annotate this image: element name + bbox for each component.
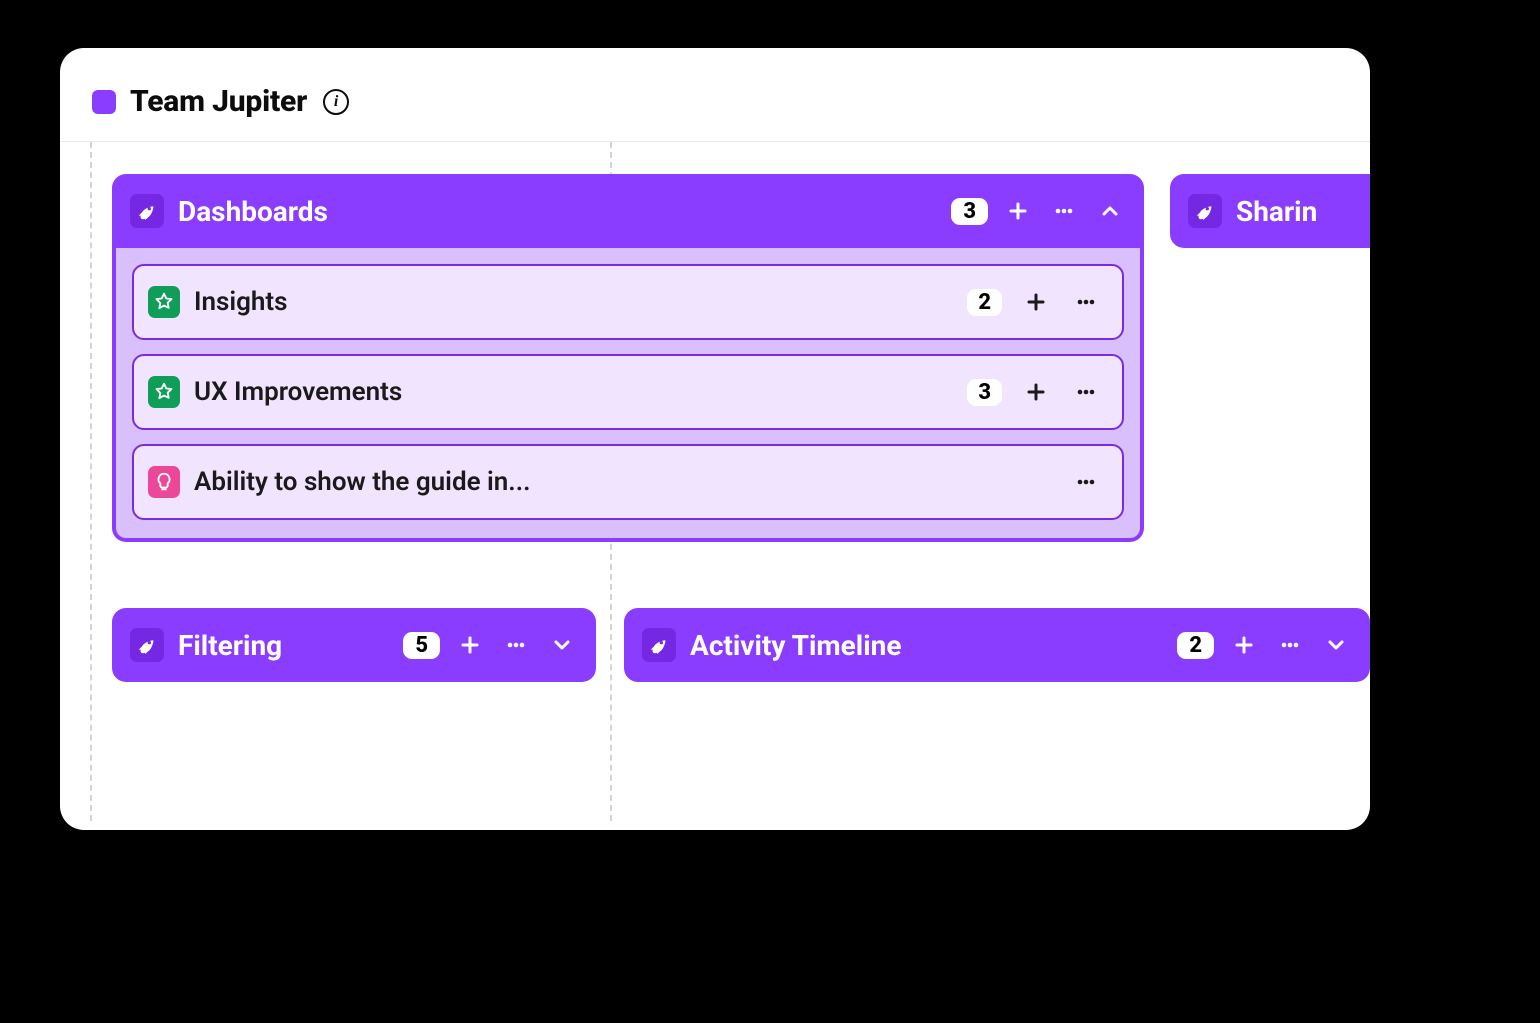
more-button[interactable] — [1070, 286, 1102, 318]
rocket-icon — [130, 628, 164, 662]
story-count-badge: 2 — [967, 289, 1002, 316]
epic-header[interactable]: Dashboards 3 — [112, 174, 1144, 248]
epic-count-badge: 5 — [403, 632, 440, 659]
story-title: Ability to show the guide in... — [194, 467, 1052, 497]
story-count-badge: 3 — [967, 379, 1002, 406]
story-title: Insights — [194, 287, 953, 317]
story-card[interactable]: UX Improvements 3 — [132, 354, 1124, 430]
story-card[interactable]: Ability to show the guide in... — [132, 444, 1124, 520]
story-card[interactable]: Insights 2 — [132, 264, 1124, 340]
team-panel: Team Jupiter i Dashboards 3 — [60, 48, 1370, 830]
board-area: Dashboards 3 Insights 2 — [60, 141, 1370, 821]
expand-button[interactable] — [546, 629, 578, 661]
panel-header: Team Jupiter i — [60, 48, 1370, 141]
add-button[interactable] — [1020, 286, 1052, 318]
epic-title: Activity Timeline — [690, 629, 1163, 662]
rocket-icon — [130, 194, 164, 228]
more-button[interactable] — [1070, 466, 1102, 498]
lightbulb-icon — [148, 466, 180, 498]
epic-title: Sharin — [1236, 195, 1370, 228]
rocket-icon — [642, 628, 676, 662]
epic-body: Insights 2 UX Improvements 3 — [112, 248, 1144, 542]
epic-title: Dashboards — [178, 195, 937, 228]
epic-card-sharing[interactable]: Sharin — [1170, 174, 1370, 248]
team-color-swatch — [92, 90, 116, 114]
star-icon — [148, 286, 180, 318]
more-button[interactable] — [1048, 195, 1080, 227]
team-title: Team Jupiter — [130, 84, 307, 119]
star-icon — [148, 376, 180, 408]
collapse-button[interactable] — [1094, 195, 1126, 227]
epic-header[interactable]: Filtering 5 — [112, 608, 596, 682]
epic-count-badge: 3 — [951, 198, 988, 225]
expand-button[interactable] — [1320, 629, 1352, 661]
rocket-icon — [1188, 194, 1222, 228]
add-button[interactable] — [1228, 629, 1260, 661]
add-button[interactable] — [454, 629, 486, 661]
epic-header[interactable]: Sharin — [1170, 174, 1370, 248]
more-button[interactable] — [1274, 629, 1306, 661]
epic-card-dashboards[interactable]: Dashboards 3 Insights 2 — [112, 174, 1144, 542]
more-button[interactable] — [1070, 376, 1102, 408]
epic-count-badge: 2 — [1177, 632, 1214, 659]
more-button[interactable] — [500, 629, 532, 661]
epic-title: Filtering — [178, 629, 389, 662]
info-icon[interactable]: i — [323, 89, 349, 115]
add-button[interactable] — [1002, 195, 1034, 227]
lane-divider — [90, 142, 92, 821]
epic-header[interactable]: Activity Timeline 2 — [624, 608, 1370, 682]
add-button[interactable] — [1020, 376, 1052, 408]
story-title: UX Improvements — [194, 377, 953, 407]
epic-card-filtering[interactable]: Filtering 5 — [112, 608, 596, 682]
epic-card-activity-timeline[interactable]: Activity Timeline 2 — [624, 608, 1370, 682]
